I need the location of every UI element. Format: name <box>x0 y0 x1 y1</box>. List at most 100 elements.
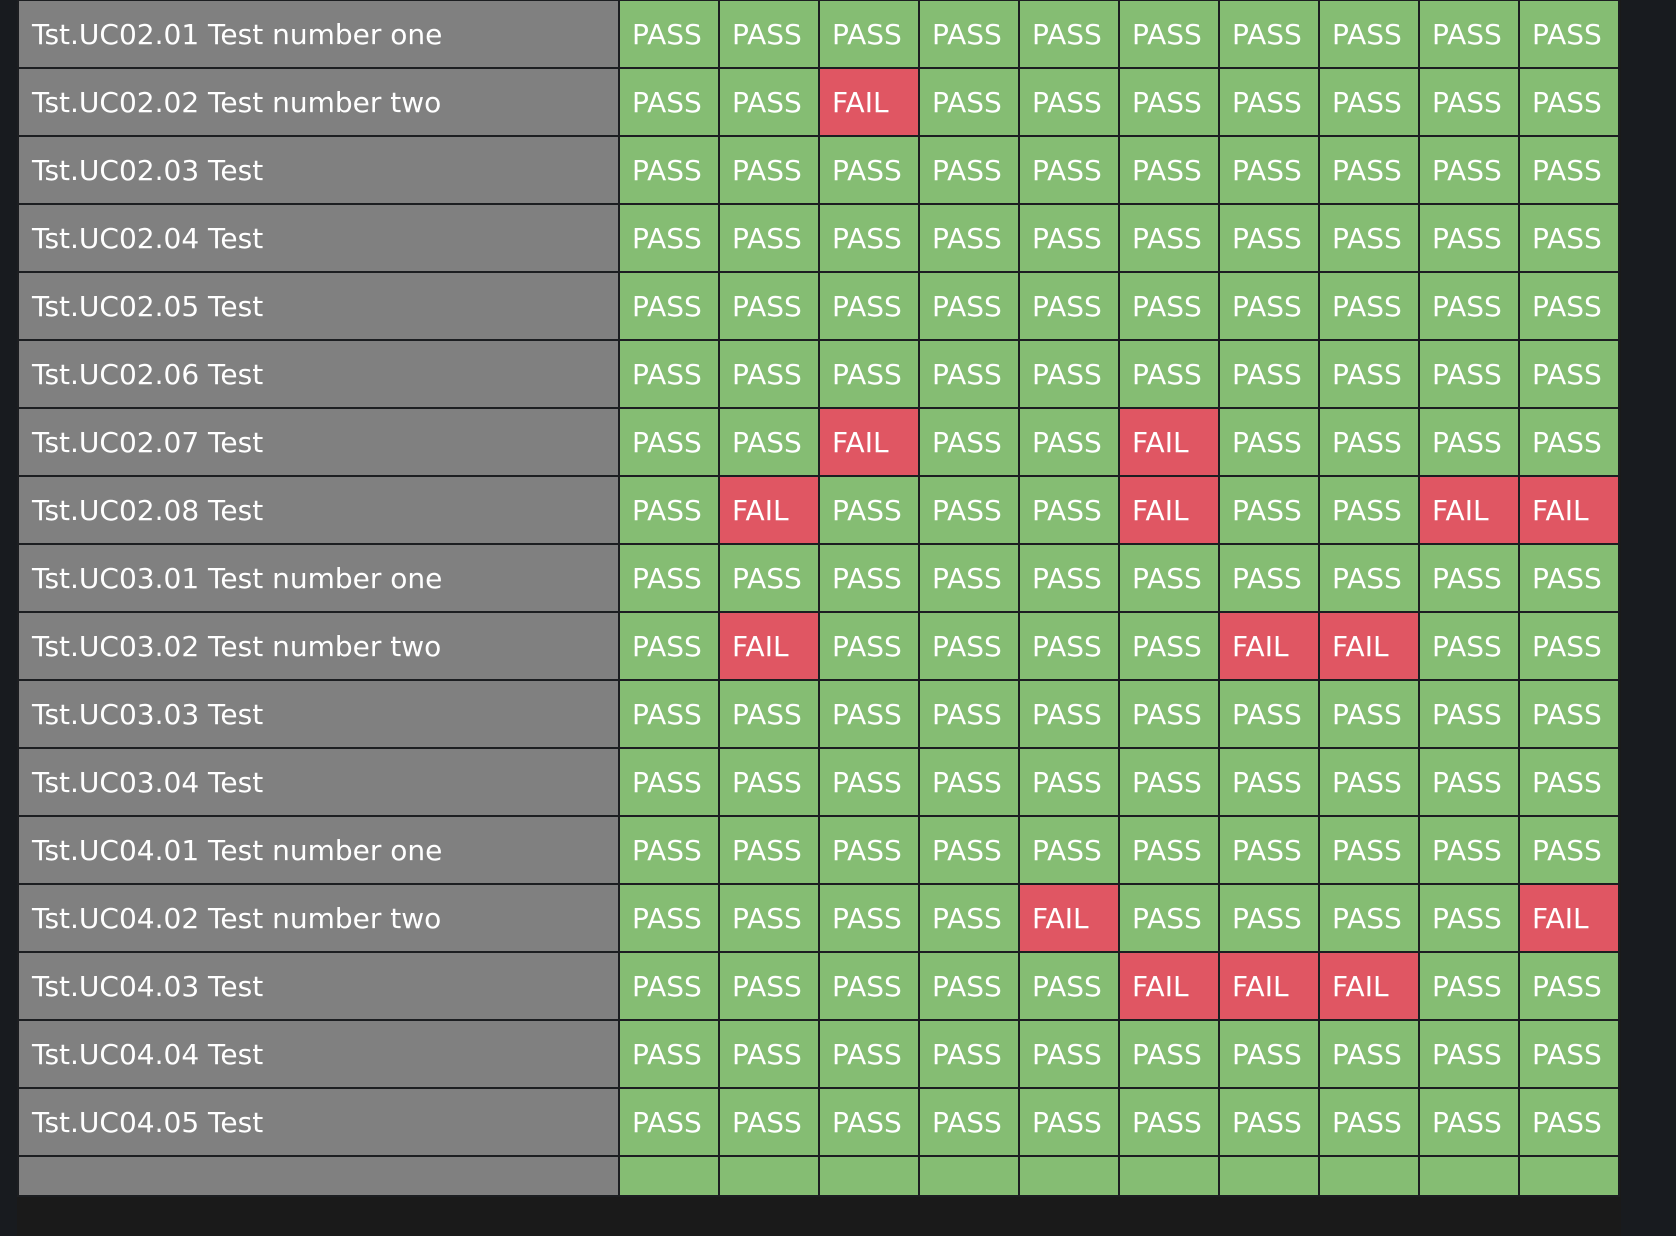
table-row: Tst.UC02.06 Test PASS PASS PASS PASS PASS PASS… <box>17 339 1620 409</box>
pass-status-cell: PASS <box>918 0 1020 69</box>
pass-status-cell: PASS <box>1518 67 1620 137</box>
pass-status-cell: PASS <box>1418 271 1520 341</box>
pass-status-cell <box>1318 1155 1420 1197</box>
table-row: Tst.UC02.04 Test PASS PASS PASS PASS PASS PASS… <box>17 203 1620 273</box>
pass-status-cell <box>1018 1155 1120 1197</box>
pass-status-cell: PASS <box>618 203 720 273</box>
table-row: Tst.UC03.04 Test PASS PASS PASS PASS PASS PASS… <box>17 747 1620 817</box>
pass-status-cell: PASS <box>718 883 820 953</box>
pass-status-cell: PASS <box>1418 1087 1520 1157</box>
test-name-cell: Tst.UC04.02 Test number two <box>17 883 620 953</box>
pass-status-cell <box>1418 1155 1520 1197</box>
table-row: Tst.UC02.02 Test number two PASS PASS FAIL P… <box>17 67 1620 137</box>
pass-status-cell: PASS <box>1118 883 1220 953</box>
pass-status-cell: PASS <box>1418 67 1520 137</box>
pass-status-cell: PASS <box>718 407 820 477</box>
fail-status-cell: FAIL <box>1118 951 1220 1021</box>
pass-status-cell: PASS <box>618 271 720 341</box>
pass-status-cell: PASS <box>1318 815 1420 885</box>
pass-status-cell: PASS <box>1418 339 1520 409</box>
pass-status-cell: PASS <box>1318 0 1420 69</box>
pass-status-cell: PASS <box>1218 679 1320 749</box>
pass-status-cell: PASS <box>1318 271 1420 341</box>
pass-status-cell: PASS <box>818 815 920 885</box>
pass-status-cell: PASS <box>918 543 1020 613</box>
pass-status-cell: PASS <box>618 815 720 885</box>
table-row: Tst.UC04.03 Test PASS PASS PASS PASS PASS FAIL… <box>17 951 1620 1021</box>
pass-status-cell: PASS <box>1418 611 1520 681</box>
pass-status-cell: PASS <box>1518 951 1620 1021</box>
pass-status-cell: PASS <box>618 951 720 1021</box>
pass-status-cell: PASS <box>618 475 720 545</box>
pass-status-cell: PASS <box>918 815 1020 885</box>
test-results-grid: Tst.UC02.01 Test number one PASS PASS PASS P… <box>17 0 1621 1236</box>
pass-status-cell: PASS <box>1518 135 1620 205</box>
pass-status-cell: PASS <box>1318 67 1420 137</box>
pass-status-cell: PASS <box>1118 815 1220 885</box>
table-row: Tst.UC03.03 Test PASS PASS PASS PASS PASS PASS… <box>17 679 1620 749</box>
pass-status-cell: PASS <box>1418 135 1520 205</box>
pass-status-cell: PASS <box>818 0 920 69</box>
pass-status-cell: PASS <box>1018 543 1120 613</box>
pass-status-cell: PASS <box>618 135 720 205</box>
fail-status-cell: FAIL <box>818 67 920 137</box>
pass-status-cell: PASS <box>1218 1087 1320 1157</box>
table-row: Tst.UC03.01 Test number one PASS PASS PASS P… <box>17 543 1620 613</box>
pass-status-cell: PASS <box>818 271 920 341</box>
pass-status-cell: PASS <box>1218 883 1320 953</box>
test-name-cell: Tst.UC03.02 Test number two <box>17 611 620 681</box>
pass-status-cell: PASS <box>618 0 720 69</box>
pass-status-cell: PASS <box>718 1019 820 1089</box>
pass-status-cell: PASS <box>1018 0 1120 69</box>
test-name-cell: Tst.UC02.01 Test number one <box>17 0 620 69</box>
pass-status-cell: PASS <box>618 611 720 681</box>
pass-status-cell: PASS <box>1418 747 1520 817</box>
pass-status-cell: PASS <box>1018 951 1120 1021</box>
pass-status-cell <box>1218 1155 1320 1197</box>
pass-status-cell: PASS <box>618 1019 720 1089</box>
pass-status-cell: PASS <box>1518 1087 1620 1157</box>
pass-status-cell: PASS <box>1518 407 1620 477</box>
pass-status-cell: PASS <box>818 679 920 749</box>
pass-status-cell: PASS <box>1518 815 1620 885</box>
pass-status-cell: PASS <box>718 271 820 341</box>
pass-status-cell: PASS <box>1018 271 1120 341</box>
table-row: Tst.UC02.03 Test PASS PASS PASS PASS PASS PASS… <box>17 135 1620 205</box>
pass-status-cell: PASS <box>918 67 1020 137</box>
pass-status-cell: PASS <box>1218 135 1320 205</box>
pass-status-cell: PASS <box>1318 407 1420 477</box>
fail-status-cell: FAIL <box>1218 611 1320 681</box>
pass-status-cell: PASS <box>1518 203 1620 273</box>
pass-status-cell <box>618 1155 720 1197</box>
pass-status-cell: PASS <box>1018 135 1120 205</box>
table-row: Tst.UC03.02 Test number two PASS FAIL PASS P… <box>17 611 1620 681</box>
table-row: Tst.UC04.02 Test number two PASS PASS PASS P… <box>17 883 1620 953</box>
pass-status-cell: PASS <box>1318 747 1420 817</box>
fail-status-cell: FAIL <box>1318 951 1420 1021</box>
pass-status-cell: PASS <box>1418 951 1520 1021</box>
pass-status-cell: PASS <box>918 271 1020 341</box>
pass-status-cell: PASS <box>1418 0 1520 69</box>
test-name-cell: Tst.UC04.05 Test <box>17 1087 620 1157</box>
pass-status-cell: PASS <box>918 883 1020 953</box>
pass-status-cell <box>1118 1155 1220 1197</box>
pass-status-cell: PASS <box>1118 271 1220 341</box>
pass-status-cell: PASS <box>718 951 820 1021</box>
pass-status-cell: PASS <box>1518 543 1620 613</box>
test-name-cell: Tst.UC04.03 Test <box>17 951 620 1021</box>
pass-status-cell: PASS <box>1418 543 1520 613</box>
pass-status-cell: PASS <box>618 543 720 613</box>
pass-status-cell: PASS <box>1018 1019 1120 1089</box>
pass-status-cell: PASS <box>1318 679 1420 749</box>
pass-status-cell: PASS <box>1518 0 1620 69</box>
pass-status-cell: PASS <box>918 407 1020 477</box>
pass-status-cell: PASS <box>918 339 1020 409</box>
pass-status-cell: PASS <box>818 339 920 409</box>
pass-status-cell: PASS <box>1018 679 1120 749</box>
pass-status-cell: PASS <box>1018 611 1120 681</box>
table-row: Tst.UC04.01 Test number one PASS PASS PASS P… <box>17 815 1620 885</box>
test-name-cell: Tst.UC02.02 Test number two <box>17 67 620 137</box>
fail-status-cell: FAIL <box>1518 883 1620 953</box>
pass-status-cell: PASS <box>1018 475 1120 545</box>
pass-status-cell <box>1518 1155 1620 1197</box>
